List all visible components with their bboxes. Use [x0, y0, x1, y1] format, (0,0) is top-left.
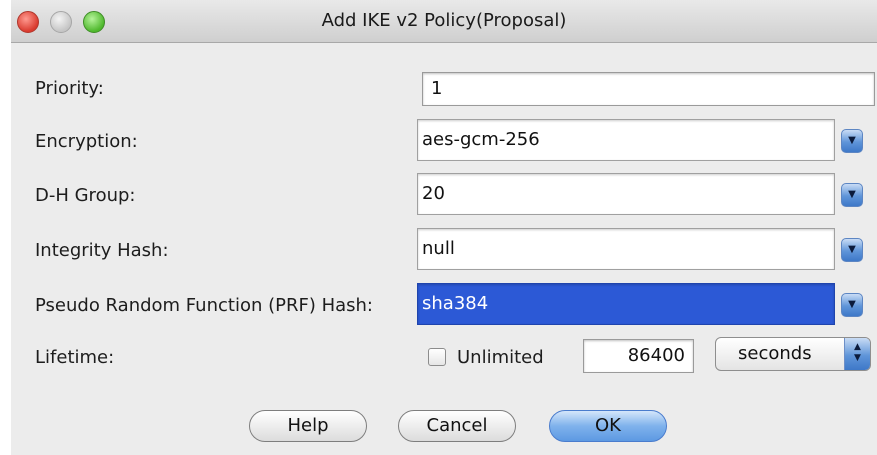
priority-input[interactable]: 1 [422, 72, 875, 106]
dialog-window: Add IKE v2 Policy(Proposal) Priority: 1 … [11, 0, 877, 455]
encryption-dropdown-arrow-icon[interactable]: ▼ [841, 129, 863, 153]
encryption-value[interactable]: aes-gcm-256 [417, 119, 835, 161]
integrity-hash-value[interactable]: null [417, 228, 835, 270]
title-bar[interactable]: Add IKE v2 Policy(Proposal) [11, 0, 877, 43]
dh-group-combobox[interactable]: 20 ▼ [417, 173, 863, 215]
cancel-button[interactable]: Cancel [398, 410, 516, 442]
help-button[interactable]: Help [249, 410, 367, 442]
prf-hash-label: Pseudo Random Function (PRF) Hash: [35, 295, 373, 316]
integrity-hash-combobox[interactable]: null ▼ [417, 228, 863, 270]
lifetime-unit-value: seconds [738, 343, 812, 364]
prf-hash-dropdown-arrow-icon[interactable]: ▼ [841, 293, 863, 317]
lifetime-value-input[interactable]: 86400 [583, 339, 694, 373]
unlimited-checkbox[interactable] [428, 348, 446, 366]
up-down-arrows-icon[interactable]: ▲ ▼ [844, 338, 870, 370]
priority-label: Priority: [35, 78, 104, 99]
integrity-hash-dropdown-arrow-icon[interactable]: ▼ [841, 238, 863, 262]
dh-group-dropdown-arrow-icon[interactable]: ▼ [841, 183, 863, 207]
dh-group-value[interactable]: 20 [417, 173, 835, 215]
lifetime-label: Lifetime: [35, 347, 115, 368]
encryption-label: Encryption: [35, 131, 138, 152]
integrity-hash-label: Integrity Hash: [35, 240, 169, 261]
unlimited-label[interactable]: Unlimited [457, 347, 544, 368]
ok-button[interactable]: OK [549, 410, 667, 442]
lifetime-unit-select[interactable]: seconds ▲ ▼ [715, 337, 871, 371]
window-title: Add IKE v2 Policy(Proposal) [321, 10, 567, 31]
encryption-combobox[interactable]: aes-gcm-256 ▼ [417, 119, 863, 161]
prf-hash-value[interactable]: sha384 [417, 283, 835, 325]
prf-hash-combobox[interactable]: sha384 ▼ [417, 283, 863, 325]
dh-group-label: D-H Group: [35, 185, 136, 206]
